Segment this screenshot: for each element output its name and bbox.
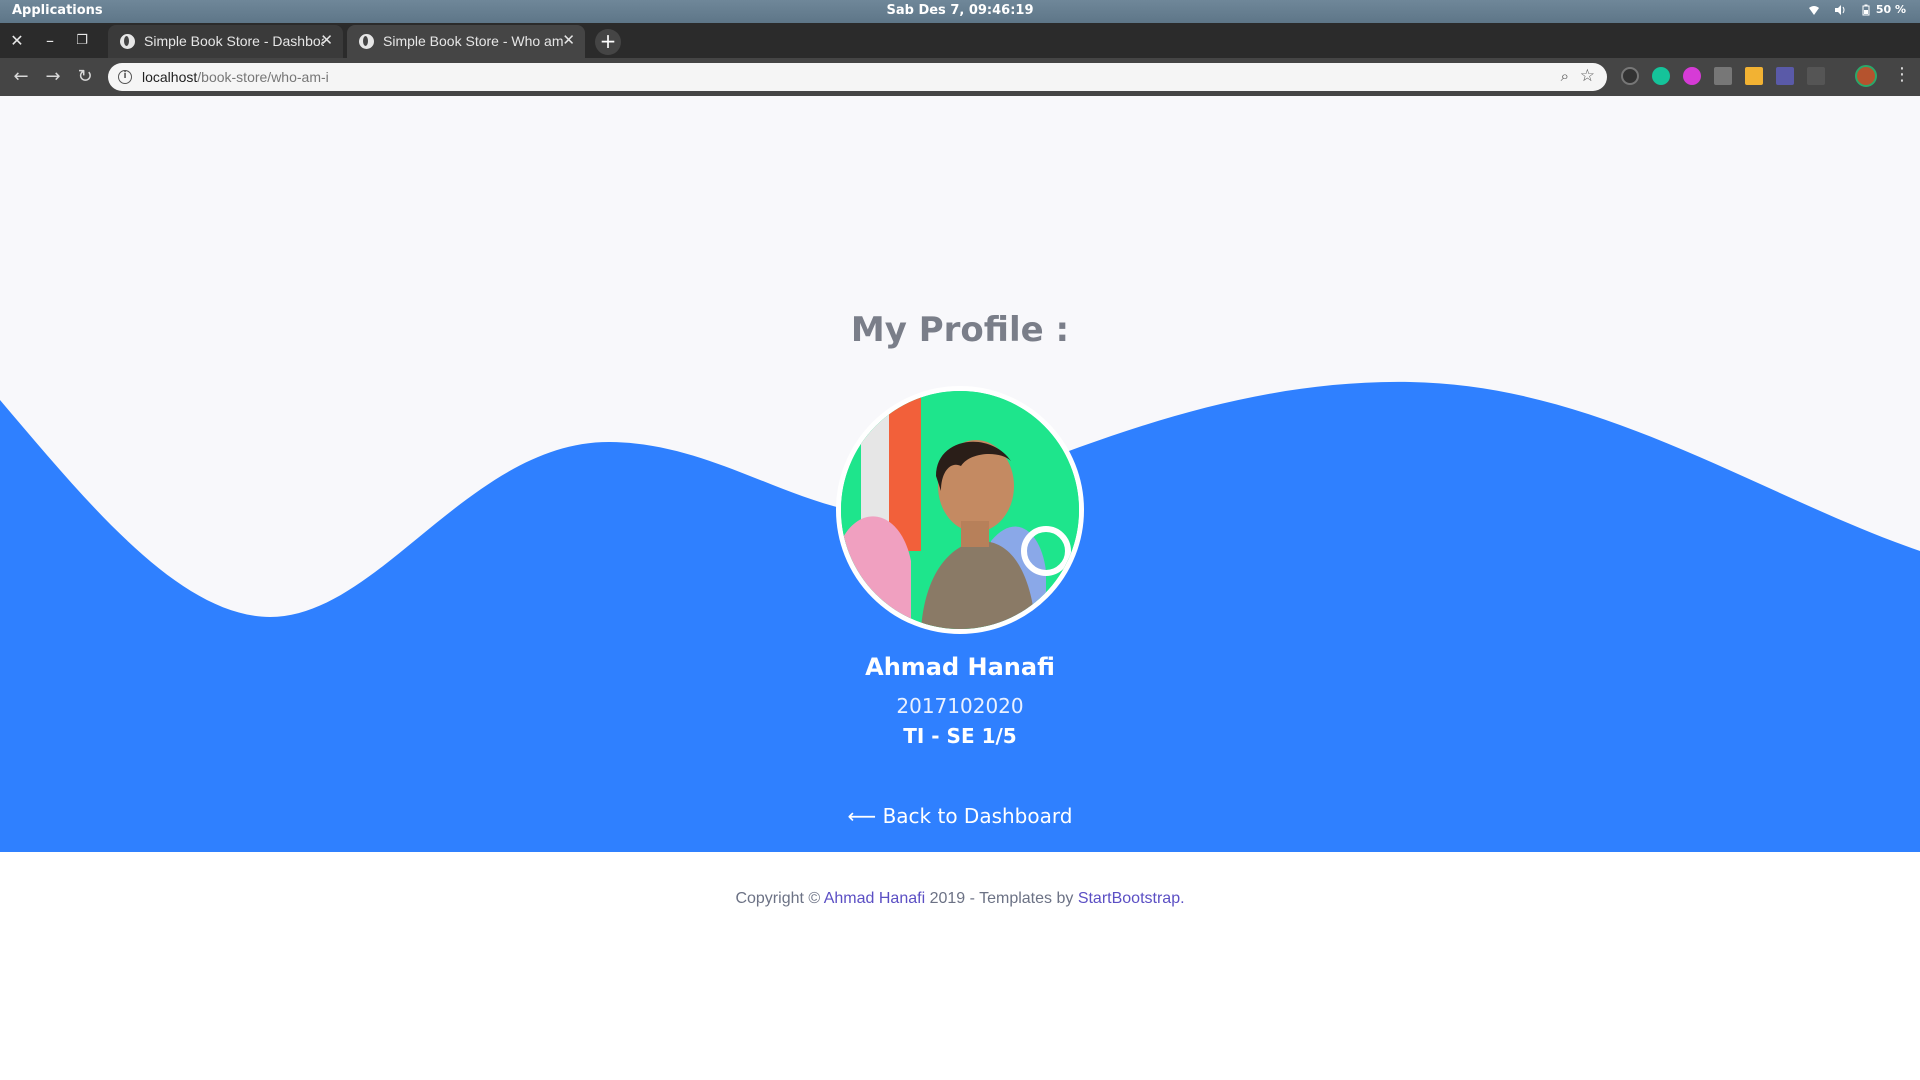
os-top-bar: Applications Sab Des 7, 09:46:19 50 %: [0, 0, 1920, 23]
system-tray: 50 %: [1808, 3, 1906, 16]
tab-title: Simple Book Store - Who am i: [383, 33, 563, 49]
extension-grid-icon[interactable]: [1807, 67, 1825, 85]
footer-middle: 2019 - Templates by: [925, 890, 1078, 907]
extension-grammarly-icon[interactable]: [1652, 67, 1670, 85]
forward-arrow-icon[interactable]: →: [41, 65, 65, 89]
browser-menu-icon[interactable]: ⋮: [1893, 64, 1911, 85]
browser-tab-strip: ✕ – ❐ Simple Book Store - Dashboard ✕ Si…: [0, 23, 1920, 58]
profile-student-id: 2017102020: [896, 694, 1024, 718]
tab-title: Simple Book Store - Dashboard: [144, 33, 324, 49]
wifi-icon[interactable]: [1808, 4, 1820, 16]
profile-hero: My Profile : Ahmad Hanafi 2017102020 TI …: [0, 96, 1920, 852]
site-info-icon[interactable]: i: [118, 70, 132, 84]
footer-author-link[interactable]: Ahmad Hanafi: [824, 890, 925, 907]
globe-icon: [120, 34, 135, 49]
back-to-dashboard-wrapper: ⟵ Back to Dashboard: [0, 804, 1920, 828]
tab-dashboard[interactable]: Simple Book Store - Dashboard ✕: [108, 25, 343, 58]
address-bar[interactable]: i localhost/book-store/who-am-i ⌕ ☆: [108, 63, 1607, 91]
footer-copyright: Copyright © Ahmad Hanafi 2019 - Template…: [0, 890, 1920, 908]
volume-icon[interactable]: [1834, 4, 1846, 16]
profile-photo: [836, 386, 1084, 634]
extension-notes-icon[interactable]: [1745, 67, 1763, 85]
profile-name: Ahmad Hanafi: [865, 653, 1055, 681]
battery-icon: [1862, 4, 1870, 15]
page-content: My Profile : Ahmad Hanafi 2017102020 TI …: [0, 96, 1920, 1080]
system-clock[interactable]: Sab Des 7, 09:46:19: [0, 3, 1920, 18]
back-arrow-icon[interactable]: ←: [9, 65, 33, 89]
zoom-icon[interactable]: ⌕: [1561, 67, 1569, 85]
page-title: My Profile :: [850, 310, 1070, 350]
profile-class: TI - SE 1/5: [903, 724, 1017, 748]
extension-bird-icon[interactable]: [1621, 67, 1639, 85]
window-close-icon[interactable]: ✕: [7, 31, 27, 51]
window-minimize-icon[interactable]: –: [40, 31, 60, 51]
back-to-dashboard-link[interactable]: ⟵ Back to Dashboard: [848, 804, 1073, 828]
battery-percentage: 50 %: [1875, 3, 1906, 16]
url-path: /book-store/who-am-i: [197, 69, 329, 85]
battery-indicator[interactable]: 50 %: [1860, 3, 1906, 16]
url-text[interactable]: localhost/book-store/who-am-i: [142, 69, 329, 85]
profile-photo-graphic: [841, 391, 1079, 629]
new-tab-button[interactable]: +: [595, 29, 621, 55]
footer-prefix: Copyright ©: [735, 890, 824, 907]
tab-close-icon[interactable]: ✕: [562, 31, 575, 49]
profile-avatar-icon[interactable]: [1855, 65, 1877, 87]
extension-pen-icon[interactable]: [1776, 67, 1794, 85]
tab-who-am-i[interactable]: Simple Book Store - Who am i ✕: [347, 25, 585, 58]
footer-suffix: .: [1180, 890, 1185, 907]
reload-icon[interactable]: ↻: [73, 65, 97, 89]
bookmark-star-icon[interactable]: ☆: [1580, 66, 1595, 86]
footer-startbootstrap-link[interactable]: StartBootstrap: [1078, 890, 1180, 907]
tab-close-icon[interactable]: ✕: [320, 31, 333, 49]
window-restore-icon[interactable]: ❐: [72, 31, 92, 51]
url-host: localhost: [142, 69, 198, 85]
extension-purple-icon[interactable]: [1683, 67, 1701, 85]
extension-vue-icon[interactable]: [1714, 67, 1732, 85]
globe-icon: [359, 34, 374, 49]
